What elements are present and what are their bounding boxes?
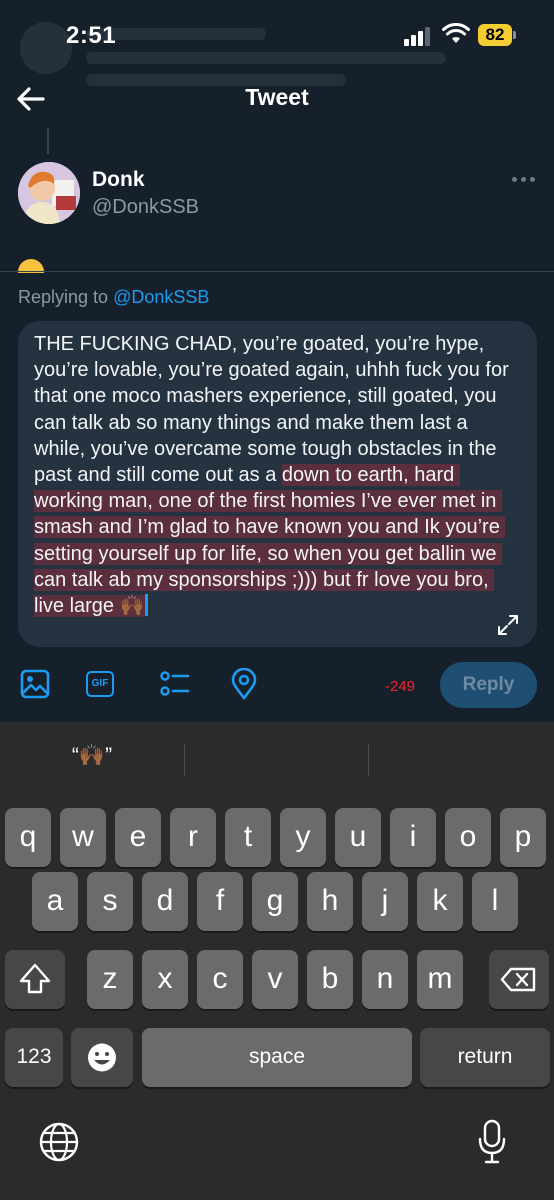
replying-to-mention[interactable]: @DonkSSB xyxy=(113,287,209,307)
thread-connector xyxy=(47,128,49,154)
status-time: 2:51 xyxy=(66,22,117,49)
key-h[interactable]: h xyxy=(307,872,353,931)
reply-compose-box[interactable]: THE FUCKING CHAD, you’re goated, you’re … xyxy=(18,321,537,647)
predictive-bar: “🙌🏾” xyxy=(0,722,554,794)
key-j[interactable]: j xyxy=(362,872,408,931)
compose-toolbar: GIF -249 Reply xyxy=(0,660,554,714)
key-q[interactable]: q xyxy=(5,808,51,867)
battery-icon: 82 xyxy=(478,24,516,46)
key-w[interactable]: w xyxy=(60,808,106,867)
backspace-icon xyxy=(500,967,536,992)
globe-icon[interactable] xyxy=(38,1121,80,1163)
key-y[interactable]: y xyxy=(280,808,326,867)
location-icon[interactable] xyxy=(228,668,260,700)
key-d[interactable]: d xyxy=(142,872,188,931)
backspace-key[interactable] xyxy=(489,950,549,1009)
key-c[interactable]: c xyxy=(197,950,243,1009)
shift-icon xyxy=(19,963,51,994)
key-a[interactable]: a xyxy=(32,872,78,931)
shift-key[interactable] xyxy=(5,950,65,1009)
space-key[interactable]: space xyxy=(142,1028,412,1087)
reply-button[interactable]: Reply xyxy=(440,662,537,708)
key-m[interactable]: m xyxy=(417,950,463,1009)
key-e[interactable]: e xyxy=(115,808,161,867)
wifi-icon xyxy=(442,23,470,43)
emoji-key[interactable] xyxy=(71,1028,133,1087)
page-title: Tweet xyxy=(245,84,309,110)
key-r[interactable]: r xyxy=(170,808,216,867)
signal-icon xyxy=(404,26,434,46)
return-key[interactable]: return xyxy=(420,1028,550,1087)
key-i[interactable]: i xyxy=(390,808,436,867)
expand-icon[interactable] xyxy=(496,613,520,637)
header: Tweet xyxy=(0,70,554,130)
more-options-icon[interactable] xyxy=(512,176,536,184)
key-o[interactable]: o xyxy=(445,808,491,867)
key-k[interactable]: k xyxy=(417,872,463,931)
key-n[interactable]: n xyxy=(362,950,408,1009)
key-l[interactable]: l xyxy=(472,872,518,931)
key-s[interactable]: s xyxy=(87,872,133,931)
tweet-author-handle[interactable]: @DonkSSB xyxy=(92,196,199,219)
status-bar: 2:51 82 xyxy=(0,0,554,86)
keyboard: “🙌🏾” q w e r t y u i o p a s d f g h j k… xyxy=(0,722,554,1200)
key-g[interactable]: g xyxy=(252,872,298,931)
reply-text-selected: down to earth, hard working man, one of … xyxy=(34,464,506,618)
key-t[interactable]: t xyxy=(225,808,271,867)
reply-text[interactable]: THE FUCKING CHAD, you’re goated, you’re … xyxy=(34,331,524,619)
key-b[interactable]: b xyxy=(307,950,353,1009)
avatar[interactable] xyxy=(18,162,80,224)
microphone-icon[interactable] xyxy=(476,1118,508,1166)
divider xyxy=(0,271,554,272)
key-u[interactable]: u xyxy=(335,808,381,867)
gif-icon[interactable]: GIF xyxy=(86,671,114,697)
text-cursor xyxy=(144,594,148,617)
key-p[interactable]: p xyxy=(500,808,546,867)
key-x[interactable]: x xyxy=(142,950,188,1009)
replying-to: Replying to @DonkSSB xyxy=(18,287,209,308)
replying-prefix: Replying to xyxy=(18,287,114,307)
emoji-icon xyxy=(88,1043,116,1072)
key-z[interactable]: z xyxy=(87,950,133,1009)
poll-icon[interactable] xyxy=(158,668,190,700)
character-count: -249 xyxy=(385,678,416,695)
battery-level: 82 xyxy=(478,24,512,46)
key-f[interactable]: f xyxy=(197,872,243,931)
key-v[interactable]: v xyxy=(252,950,298,1009)
prediction-suggestion[interactable]: “🙌🏾” xyxy=(0,744,184,768)
numbers-key[interactable]: 123 xyxy=(5,1028,63,1087)
tweet-author-name[interactable]: Donk xyxy=(92,168,145,192)
image-icon[interactable] xyxy=(19,668,51,700)
